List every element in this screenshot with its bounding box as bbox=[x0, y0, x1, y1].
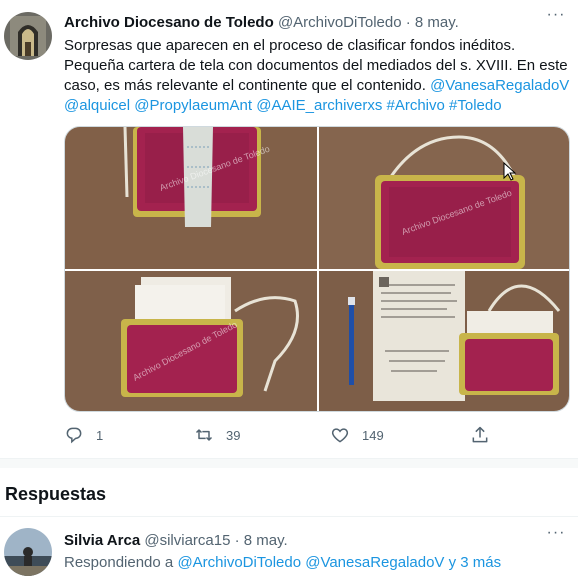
tweet-date[interactable]: 8 may. bbox=[415, 14, 459, 31]
replying-to-more[interactable]: y 3 más bbox=[449, 554, 502, 571]
replying-to-line: Respondiendo a @ArchivoDiToledo @VanesaR… bbox=[64, 554, 501, 572]
tweet-header: Archivo Diocesano de Toledo @ArchivoDiTo… bbox=[64, 14, 459, 32]
reply-date[interactable]: 8 may. bbox=[244, 532, 288, 549]
section-divider bbox=[0, 458, 578, 468]
hashtag-link[interactable]: #Archivo bbox=[387, 97, 445, 114]
author-avatar[interactable] bbox=[4, 12, 52, 60]
like-button[interactable]: 149 bbox=[330, 424, 384, 446]
mention-link[interactable]: @PropylaeumAnt bbox=[134, 97, 252, 114]
retweet-button[interactable]: 39 bbox=[194, 424, 240, 446]
share-icon bbox=[472, 426, 488, 443]
replying-to-prefix: Respondiendo a bbox=[64, 554, 174, 571]
reply-more-options-button[interactable]: ··· bbox=[544, 525, 568, 550]
photo-4[interactable] bbox=[319, 271, 569, 411]
tweet-actions: 1 39 149 bbox=[64, 424, 514, 446]
author-name[interactable]: Archivo Diocesano de Toledo bbox=[64, 14, 274, 31]
mention-link[interactable]: @alquicel bbox=[64, 97, 130, 114]
more-options-button[interactable]: ··· bbox=[544, 7, 568, 32]
mention-link[interactable]: @AAIE_archiverxs bbox=[256, 97, 382, 114]
reply-header: Silvia Arca @silviarca15 · 8 may. bbox=[64, 532, 288, 550]
header-separator: · bbox=[405, 14, 411, 31]
author-handle[interactable]: @ArchivoDiToledo bbox=[278, 14, 402, 31]
retweet-count: 39 bbox=[226, 427, 241, 443]
reply-author-avatar[interactable] bbox=[4, 528, 52, 576]
photo-3[interactable]: Archivo Diocesano de Toledo bbox=[65, 271, 317, 411]
mention-link[interactable]: @VanesaRegaladoV bbox=[430, 77, 569, 94]
reply-count: 1 bbox=[96, 427, 104, 443]
tweet-text: Sorpresas que aparecen en el proceso de … bbox=[64, 36, 574, 116]
mouse-cursor-icon bbox=[503, 162, 517, 181]
retweet-icon bbox=[195, 429, 213, 441]
replies-separator bbox=[0, 516, 578, 517]
replies-heading: Respuestas bbox=[5, 484, 107, 504]
like-count: 149 bbox=[362, 427, 384, 443]
share-button[interactable] bbox=[470, 424, 502, 446]
reply-icon bbox=[66, 427, 82, 444]
hashtag-link[interactable]: #Toledo bbox=[449, 97, 502, 114]
tweet[interactable]: Archivo Diocesano de Toledo @ArchivoDiTo… bbox=[0, 0, 578, 458]
media-grid: Archivo Diocesano de Toledo Archivo Dioc… bbox=[64, 126, 570, 412]
photo-2[interactable]: Archivo Diocesano de Toledo bbox=[319, 127, 569, 269]
photo-1[interactable]: Archivo Diocesano de Toledo bbox=[65, 127, 317, 269]
reply-header-separator: · bbox=[234, 532, 240, 549]
reply-button[interactable]: 1 bbox=[64, 424, 103, 446]
heart-icon bbox=[331, 428, 349, 443]
reply-author-handle[interactable]: @silviarca15 bbox=[144, 532, 230, 549]
reply-author-name[interactable]: Silvia Arca bbox=[64, 532, 140, 549]
replying-to-handles[interactable]: @ArchivoDiToledo @VanesaRegaladoV bbox=[177, 554, 444, 571]
